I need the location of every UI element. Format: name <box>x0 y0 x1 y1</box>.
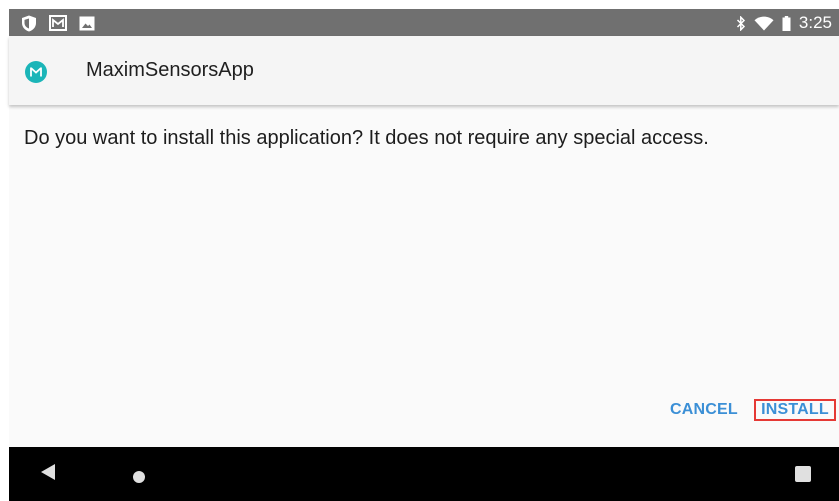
cancel-button[interactable]: CANCEL <box>670 399 738 421</box>
back-icon[interactable] <box>40 463 56 486</box>
wifi-icon <box>754 16 774 31</box>
install-button[interactable]: INSTALL <box>754 399 836 421</box>
home-icon[interactable] <box>133 471 145 483</box>
maxim-logo-icon <box>25 61 47 83</box>
battery-icon <box>782 15 791 31</box>
install-screen: 3:25 MaximSensorsApp Do you want to inst… <box>0 0 839 501</box>
status-bar-system: 3:25 <box>736 12 832 34</box>
navigation-bar <box>9 447 839 501</box>
install-dialog: Do you want to install this application?… <box>9 105 839 447</box>
image-icon <box>79 16 95 31</box>
app-header: MaximSensorsApp <box>9 36 839 105</box>
status-time: 3:25 <box>798 13 832 32</box>
status-bar-notifications <box>21 13 95 33</box>
recents-icon[interactable] <box>795 466 811 482</box>
install-message: Do you want to install this application?… <box>24 127 709 149</box>
app-title: MaximSensorsApp <box>86 59 254 81</box>
shield-icon <box>21 15 37 32</box>
gallery-icon <box>49 15 67 31</box>
status-bar: 3:25 <box>9 9 839 36</box>
bluetooth-icon <box>736 15 746 31</box>
